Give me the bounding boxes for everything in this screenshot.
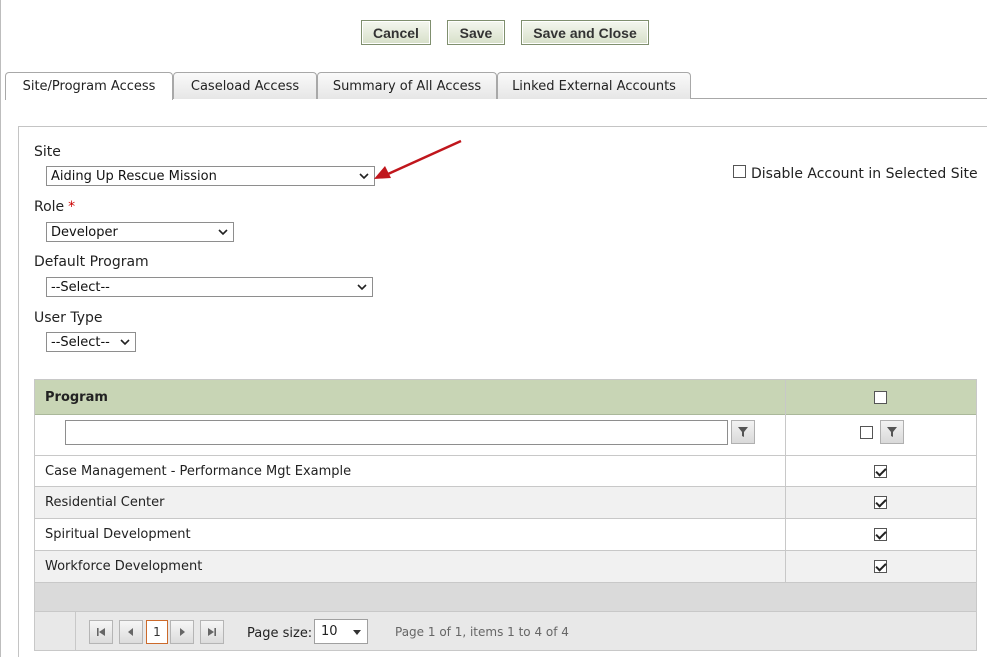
grid-footer-spacer	[35, 583, 976, 612]
first-page-icon[interactable]	[89, 620, 113, 644]
default-program-select-value: --Select--	[51, 279, 110, 295]
user-type-label: User Type	[34, 310, 103, 326]
table-row[interactable]: Residential Center	[35, 487, 976, 519]
role-label-text: Role	[34, 199, 65, 215]
site-label: Site	[34, 144, 61, 160]
program-name: Workforce Development	[45, 559, 203, 574]
chevron-down-icon	[120, 339, 130, 346]
tab-label: Caseload Access	[190, 78, 300, 94]
column-divider	[785, 487, 786, 519]
required-marker: *	[68, 199, 76, 215]
program-checkbox[interactable]	[874, 496, 887, 509]
window-border	[0, 0, 1, 657]
tab-label: Summary of All Access	[332, 78, 482, 94]
table-row[interactable]: Case Management - Performance Mgt Exampl…	[35, 456, 976, 487]
select-all-checkbox[interactable]	[874, 391, 887, 404]
page-size-select[interactable]: 10	[314, 619, 368, 644]
current-page-button[interactable]: 1	[146, 620, 168, 644]
program-name: Residential Center	[45, 495, 165, 510]
column-divider	[785, 415, 786, 455]
filter-icon[interactable]	[731, 420, 755, 444]
table-row[interactable]: Spiritual Development	[35, 519, 976, 551]
site-select-value: Aiding Up Rescue Mission	[51, 168, 217, 184]
filter-checkbox[interactable]	[860, 426, 873, 439]
role-label: Role *	[34, 199, 75, 215]
tab-linked-external-accounts[interactable]: Linked External Accounts	[497, 72, 691, 99]
page-size-label: Page size:	[247, 626, 313, 641]
program-checkbox[interactable]	[874, 528, 887, 541]
cancel-button[interactable]: Cancel	[361, 20, 431, 45]
tab-caseload-access[interactable]: Caseload Access	[173, 72, 317, 99]
disable-account-checkbox[interactable]	[733, 165, 746, 178]
program-column-header[interactable]: Program	[45, 390, 108, 405]
role-select[interactable]: Developer	[46, 222, 234, 242]
site-select[interactable]: Aiding Up Rescue Mission	[46, 166, 375, 186]
filter-icon[interactable]	[880, 420, 904, 444]
arrow-annotation-icon	[374, 139, 462, 179]
program-name: Spiritual Development	[45, 527, 191, 542]
pager: 1 Page size: 10 Page 1 of 1, items 1 to …	[35, 612, 976, 650]
chevron-down-icon	[357, 284, 367, 291]
default-program-select[interactable]: --Select--	[46, 277, 373, 297]
chevron-down-icon	[353, 630, 361, 635]
pager-info: Page 1 of 1, items 1 to 4 of 4	[395, 625, 569, 639]
tab-label: Site/Program Access	[22, 79, 156, 94]
filter-row	[35, 415, 976, 456]
next-page-icon[interactable]	[170, 620, 194, 644]
column-divider	[785, 551, 786, 583]
pager-divider	[75, 612, 76, 650]
disable-account-label: Disable Account in Selected Site	[751, 166, 978, 182]
save-and-close-button[interactable]: Save and Close	[521, 20, 649, 45]
chevron-down-icon	[359, 173, 369, 180]
column-divider	[785, 519, 786, 551]
table-row[interactable]: Workforce Development	[35, 551, 976, 583]
tab-label: Linked External Accounts	[512, 78, 676, 94]
program-checkbox[interactable]	[874, 560, 887, 573]
tab-site-program-access[interactable]: Site/Program Access	[5, 72, 173, 100]
program-grid: Program Case Management - Performance Mg…	[34, 379, 977, 651]
program-checkbox[interactable]	[874, 465, 887, 478]
column-divider	[785, 456, 786, 487]
last-page-icon[interactable]	[200, 620, 224, 644]
grid-header: Program	[35, 380, 976, 415]
user-type-select[interactable]: --Select--	[46, 332, 136, 352]
role-select-value: Developer	[51, 224, 118, 240]
user-type-select-value: --Select--	[51, 334, 110, 350]
page-size-value: 10	[321, 624, 338, 639]
program-filter-input[interactable]	[65, 420, 728, 445]
save-button[interactable]: Save	[447, 20, 505, 45]
default-program-label: Default Program	[34, 254, 149, 270]
program-name: Case Management - Performance Mgt Exampl…	[45, 464, 352, 479]
tab-summary-of-all-access[interactable]: Summary of All Access	[317, 72, 497, 99]
chevron-down-icon	[218, 229, 228, 236]
prev-page-icon[interactable]	[119, 620, 143, 644]
